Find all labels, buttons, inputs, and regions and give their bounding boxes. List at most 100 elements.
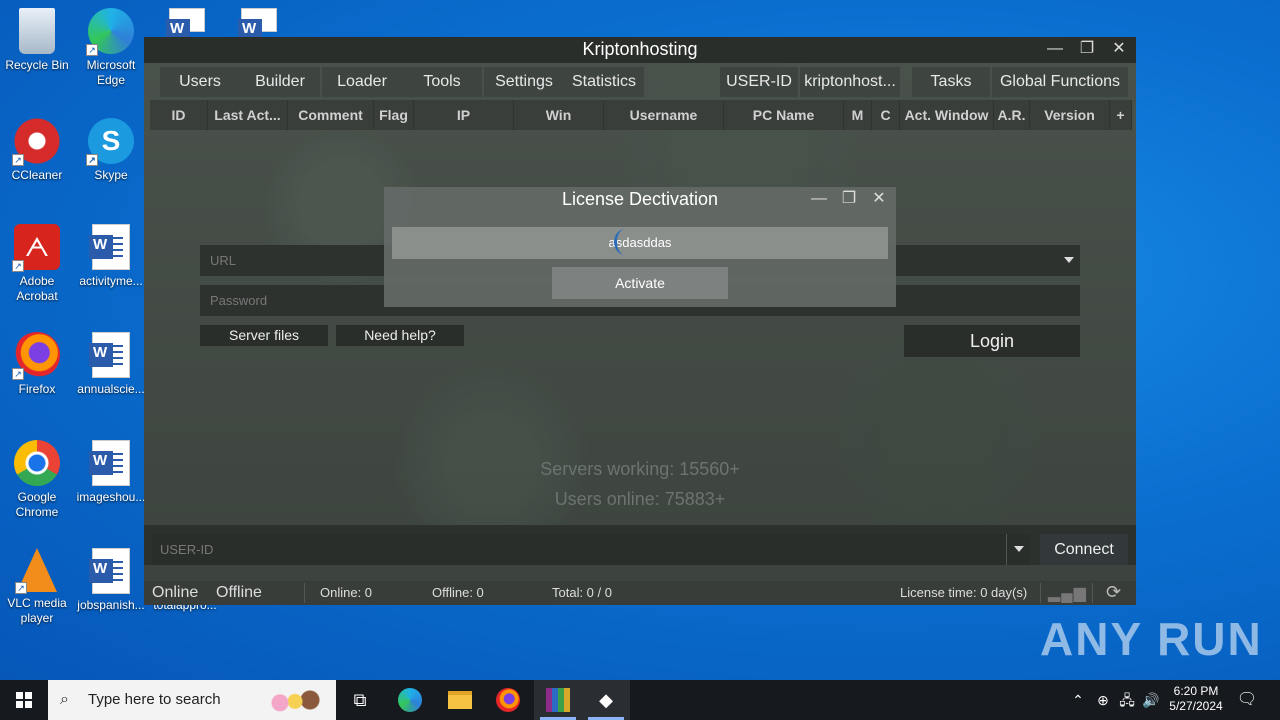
column-last-activity[interactable]: Last Act... [208,100,288,130]
winrar-taskbar-icon[interactable] [534,680,582,720]
url-placeholder: URL [210,253,237,268]
column-pc-name[interactable]: PC Name [724,100,844,130]
column-comment[interactable]: Comment [288,100,374,130]
user-id-input[interactable]: USER-ID [152,534,1030,565]
column-id[interactable]: ID [150,100,208,130]
menu-loader[interactable]: Loader [322,67,402,97]
column-m[interactable]: M [844,100,872,130]
connect-button[interactable]: Connect [1040,534,1128,565]
edge-icon: ↗ [86,8,134,56]
user-id-dropdown[interactable] [1006,534,1030,565]
column-username[interactable]: Username [604,100,724,130]
kriptonhosting-taskbar-icon[interactable]: ◆ [582,680,630,720]
online-count: Online: 0 [320,585,373,600]
edge-taskbar-icon[interactable] [386,680,434,720]
desktop-icon-word-jobspanish[interactable]: jobspanish... [74,548,148,613]
network-icon[interactable]: 🖧 [1116,680,1138,720]
desktop-icon-label: CCleaner [11,168,63,182]
volume-icon[interactable]: 🔊 [1140,680,1162,720]
desktop-icon-word-annual[interactable]: annualscie... [74,332,148,397]
window-titlebar[interactable]: Kriptonhosting — ❐ ✕ [144,37,1136,63]
maximize-icon[interactable]: ❐ [1078,39,1096,59]
taskbar-search-box[interactable]: ⌕ Type here to search [48,680,336,720]
word-doc-icon [166,8,205,43]
menu-global-functions[interactable]: Global Functions [992,67,1128,97]
file-explorer-icon[interactable] [436,680,484,720]
divider [1040,583,1041,603]
start-button[interactable] [0,680,48,720]
signal-bars-icon: ▂▄▆ [1048,585,1087,602]
task-view-icon[interactable]: ⧉ [336,680,384,720]
column-active-window[interactable]: Act. Window [900,100,994,130]
word-doc-icon [238,8,277,43]
maximize-icon[interactable]: ❐ [840,189,858,209]
column-win[interactable]: Win [514,100,604,130]
column-ip[interactable]: IP [414,100,514,130]
close-icon[interactable]: ✕ [1110,39,1128,59]
menu-builder[interactable]: Builder [240,67,320,97]
servers-working-text: Servers working: 15560+ [540,459,740,479]
minimize-icon[interactable]: — [1046,39,1064,59]
column-flag[interactable]: Flag [374,100,414,130]
minimize-icon[interactable]: — [810,189,828,209]
windows-logo-icon [16,692,32,708]
divider [1092,583,1093,603]
desktop-icon-word-activity[interactable]: activityme... [74,224,148,289]
menu-tasks[interactable]: Tasks [912,67,990,97]
desktop-icon-label: Recycle Bin [5,58,69,72]
desktop-icon-ccleaner[interactable]: ↗ CCleaner [0,118,74,183]
ccleaner-icon: ↗ [12,118,60,166]
desktop-icon-edge[interactable]: ↗ Microsoft Edge [74,8,148,88]
menu-bar: Users Builder Loader Tools Settings Stat… [160,67,1130,97]
menu-users[interactable]: Users [160,67,240,97]
desktop-icon-chrome[interactable]: Google Chrome [0,440,74,520]
desktop-icon-word-top1[interactable] [150,8,224,43]
desktop-icon-acrobat[interactable]: ᗅ ↗ Adobe Acrobat [0,224,74,304]
clock-time: 6:20 PM [1173,684,1219,698]
desktop-icon-firefox[interactable]: ↗ Firefox [0,332,74,397]
column-add[interactable]: + [1110,100,1132,130]
user-id-placeholder: USER-ID [160,542,214,557]
connect-bar: USER-ID Connect [144,525,1136,565]
desktop-icon-word-top2[interactable] [222,8,296,43]
table-header: ID Last Act... Comment Flag IP Win Usern… [150,100,1132,130]
desktop-icon-skype[interactable]: S ↗ Skype [74,118,148,183]
server-files-button[interactable]: Server files [200,325,328,346]
clock[interactable]: 6:20 PM 5/27/2024 [1164,680,1228,720]
tab-offline[interactable]: Offline [216,584,262,602]
search-icon: ⌕ [60,691,69,708]
menu-settings[interactable]: Settings [484,67,564,97]
tray-chevron-up-icon[interactable]: ⌃ [1068,680,1088,720]
column-version[interactable]: Version [1030,100,1110,130]
close-icon[interactable]: ✕ [870,189,888,209]
activate-button[interactable]: Activate [552,267,728,299]
firefox-icon: ↗ [12,332,60,380]
recycle-bin-icon [19,8,55,54]
word-doc-icon [89,440,130,486]
tray-meet-icon[interactable]: ⊕ [1092,680,1114,720]
desktop-icon-word-imageshou[interactable]: imageshou... [74,440,148,505]
firefox-taskbar-icon[interactable] [484,680,532,720]
menu-statistics[interactable]: Statistics [564,67,644,97]
chevron-down-icon[interactable] [1064,257,1074,263]
refresh-icon[interactable]: ⟳ [1106,582,1121,603]
loading-spinner-icon [614,229,636,255]
desktop-icon-vlc[interactable]: ↗ VLC media player [0,548,74,626]
login-button[interactable]: Login [904,325,1080,357]
notification-icon[interactable]: 🗨 [1232,680,1262,720]
desktop-icon-label: annualscie... [77,382,145,396]
desktop-icon-recycle-bin[interactable]: Recycle Bin [0,8,74,73]
license-key-input[interactable]: asdasddas [392,227,888,259]
tab-online[interactable]: Online [152,584,198,602]
menu-tools[interactable]: Tools [402,67,482,97]
column-c[interactable]: C [872,100,900,130]
desktop-icon-label: Google Chrome [15,490,59,519]
clock-date: 5/27/2024 [1169,699,1223,713]
need-help-button[interactable]: Need help? [336,325,464,346]
menu-user-id[interactable]: USER-ID [720,67,798,97]
skype-icon: S ↗ [86,118,134,166]
menu-kriptonhost[interactable]: kriptonhost... [800,67,900,97]
divider [304,583,305,603]
kriptonhosting-window: Kriptonhosting — ❐ ✕ Users Builder Loade… [144,37,1136,605]
column-ar[interactable]: A.R. [994,100,1030,130]
